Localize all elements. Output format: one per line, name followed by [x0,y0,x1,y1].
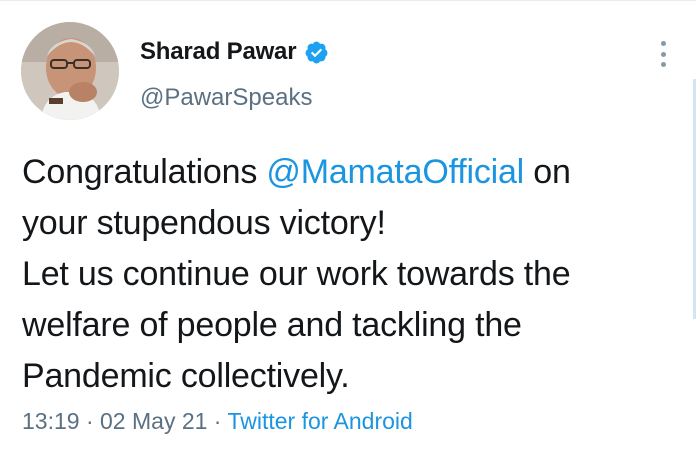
tweet-text-fragment: Congratulations [22,153,267,191]
more-options-icon[interactable] [656,41,670,67]
tweet-date[interactable]: 02 May 21 [100,408,207,434]
tweet-text-line: welfare of people and tackling the [22,306,522,344]
tweet-time[interactable]: 13:19 [22,408,80,434]
verified-badge-icon [304,40,329,65]
display-name[interactable]: Sharad Pawar [140,38,297,66]
tweet-source-link[interactable]: Twitter for Android [227,408,412,434]
meta-separator: · [79,408,101,434]
mention-link[interactable]: @MamataOfficial [266,153,524,191]
tweet-text-fragment: on [524,153,571,191]
more-dot [660,41,666,46]
tweet-card: Sharad Pawar @PawarSpeaks Congratulation… [0,0,696,461]
meta-separator: · [207,408,228,434]
author-handle[interactable]: @PawarSpeaks [140,84,312,112]
more-dot [660,51,666,57]
tweet-text-line: Let us continue our work towards the [22,255,571,293]
tweet-text: Congratulations @MamataOfficial on your … [22,147,682,402]
tweet-text-line: your stupendous victory! [22,204,386,242]
tweet-text-line: Congratulations @MamataOfficial on [22,147,682,198]
avatar-image [21,22,119,120]
tweet-metadata: 13:19 · 02 May 21 · Twitter for Android [22,408,413,435]
more-dot [660,62,666,67]
author-name-row[interactable]: Sharad Pawar [140,37,329,67]
avatar[interactable] [21,22,119,120]
tweet-text-line: Pandemic collectively. [22,357,350,395]
